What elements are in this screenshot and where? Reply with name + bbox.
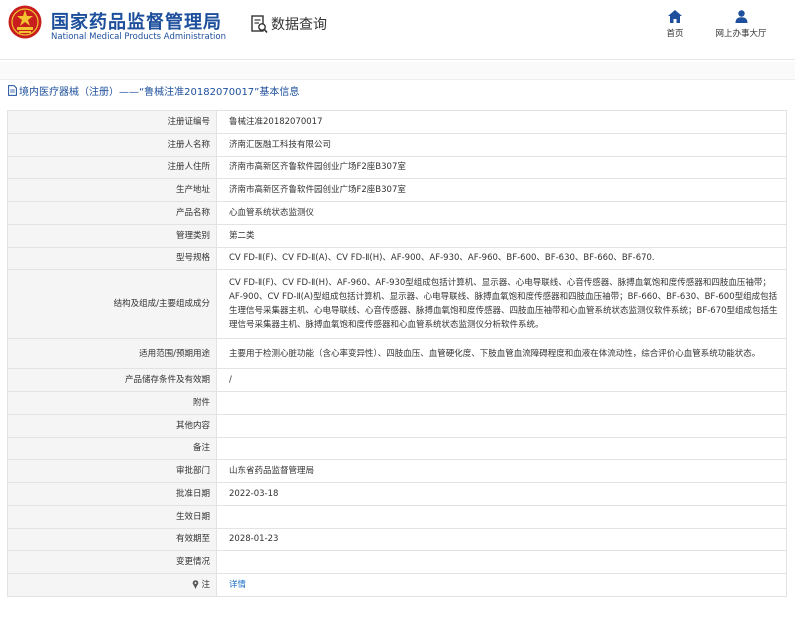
emblem-logo	[8, 5, 42, 39]
data-query-title: 数据查询	[271, 17, 327, 33]
nav-home-label: 首页	[666, 29, 684, 39]
row-label: 注册人名称	[7, 132, 217, 157]
section-title: 境内医疗器械（注册）——“鲁械注准20182070017”基本信息	[8, 82, 299, 98]
user-icon	[735, 10, 747, 23]
table-row: 产品储存条件及有效期 /	[7, 368, 787, 392]
row-value: 济南市高新区齐鲁软件园创业广场F2座B307室	[216, 155, 787, 180]
row-value: 鲁械注准20182070017	[216, 110, 787, 134]
data-query-icon	[251, 15, 268, 34]
row-value: CV FD-Ⅱ(F)、CV FD-Ⅱ(A)、CV FD-Ⅱ(H)、AF-900、…	[216, 246, 787, 271]
row-value: 主要用于检测心脏功能（含心率变异性）、四肢血压、血管硬化度、下肢血管血流障碍程度…	[216, 338, 787, 370]
row-value: 2028-01-23	[216, 527, 787, 552]
row-value	[216, 504, 787, 529]
table-row: 注 详情	[7, 573, 787, 597]
row-value	[216, 391, 787, 415]
site-title: 国家药品监督管理局	[51, 12, 222, 33]
divider-band	[0, 62, 795, 80]
site-subtitle: National Medical Products Administration	[51, 32, 226, 42]
document-icon	[8, 84, 17, 96]
table-row: 生产地址 济南市高新区齐鲁软件园创业广场F2座B307室	[7, 178, 787, 202]
row-value: 济南市高新区齐鲁软件园创业广场F2座B307室	[216, 178, 787, 202]
table-row: 备注	[7, 436, 787, 461]
table-row: 有效期至 2028-01-23	[7, 527, 787, 552]
row-label: 型号规格	[7, 246, 217, 271]
row-label: 结构及组成/主要组成成分	[7, 269, 217, 340]
row-label: 备注	[7, 436, 217, 461]
row-value: 详情	[216, 573, 787, 597]
row-label: 其他内容	[7, 413, 217, 438]
row-label-note: 注	[7, 573, 217, 597]
row-label: 适用范围/预期用途	[7, 338, 217, 370]
row-label: 附件	[7, 391, 217, 415]
site-header: 国家药品监督管理局 National Medical Products Admi…	[0, 0, 795, 60]
row-value: 心血管系统状态监测仪	[216, 201, 787, 225]
row-label: 生效日期	[7, 504, 217, 529]
row-value: 2022-03-18	[216, 482, 787, 506]
row-value: 第二类	[216, 223, 787, 248]
table-row: 其他内容	[7, 413, 787, 438]
table-row: 注册人名称 济南汇医融工科技有限公司	[7, 132, 787, 157]
table-row: 生效日期	[7, 504, 787, 529]
row-value: CV FD-Ⅱ(F)、CV FD-Ⅱ(H)、AF-960、AF-930型组成包括…	[216, 269, 787, 340]
pin-icon	[193, 580, 199, 589]
table-row: 批准日期 2022-03-18	[7, 482, 787, 506]
table-row: 结构及组成/主要组成成分 CV FD-Ⅱ(F)、CV FD-Ⅱ(H)、AF-960…	[7, 269, 787, 340]
table-row: 注册人住所 济南市高新区齐鲁软件园创业广场F2座B307室	[7, 155, 787, 180]
home-icon	[668, 10, 682, 23]
row-label: 注册人住所	[7, 155, 217, 180]
row-value: 山东省药品监督管理局	[216, 459, 787, 483]
details-link[interactable]: 详情	[229, 580, 246, 590]
row-label: 有效期至	[7, 527, 217, 552]
row-label: 注	[201, 579, 210, 590]
nav-online-office-label: 网上办事大厅	[715, 29, 767, 39]
row-label: 管理类别	[7, 223, 217, 248]
nav-online-office[interactable]: 网上办事大厅	[706, 10, 776, 39]
row-label: 变更情况	[7, 550, 217, 574]
row-label: 批准日期	[7, 482, 217, 506]
row-value: /	[216, 368, 787, 392]
table-row: 产品名称 心血管系统状态监测仪	[7, 201, 787, 225]
table-row: 附件	[7, 391, 787, 415]
table-row: 适用范围/预期用途 主要用于检测心脏功能（含心率变异性）、四肢血压、血管硬化度、下…	[7, 338, 787, 370]
row-value: 济南汇医融工科技有限公司	[216, 132, 787, 157]
row-value	[216, 550, 787, 574]
row-label: 注册证编号	[7, 110, 217, 134]
nav-home[interactable]: 首页	[640, 10, 710, 39]
table-row: 注册证编号 鲁械注准20182070017	[7, 110, 787, 134]
row-value	[216, 413, 787, 438]
row-label: 产品名称	[7, 201, 217, 225]
row-label: 审批部门	[7, 459, 217, 483]
row-label: 产品储存条件及有效期	[7, 368, 217, 392]
detail-table: 注册证编号 鲁械注准20182070017 注册人名称 济南汇医融工科技有限公司 注…	[7, 110, 787, 597]
row-label: 生产地址	[7, 178, 217, 202]
table-row: 审批部门 山东省药品监督管理局	[7, 459, 787, 483]
section-title-text: 境内医疗器械（注册）——“鲁械注准20182070017”基本信息	[19, 86, 300, 98]
table-row: 型号规格 CV FD-Ⅱ(F)、CV FD-Ⅱ(A)、CV FD-Ⅱ(H)、AF-…	[7, 246, 787, 271]
row-value	[216, 436, 787, 461]
table-row: 管理类别 第二类	[7, 223, 787, 248]
table-row: 变更情况	[7, 550, 787, 574]
